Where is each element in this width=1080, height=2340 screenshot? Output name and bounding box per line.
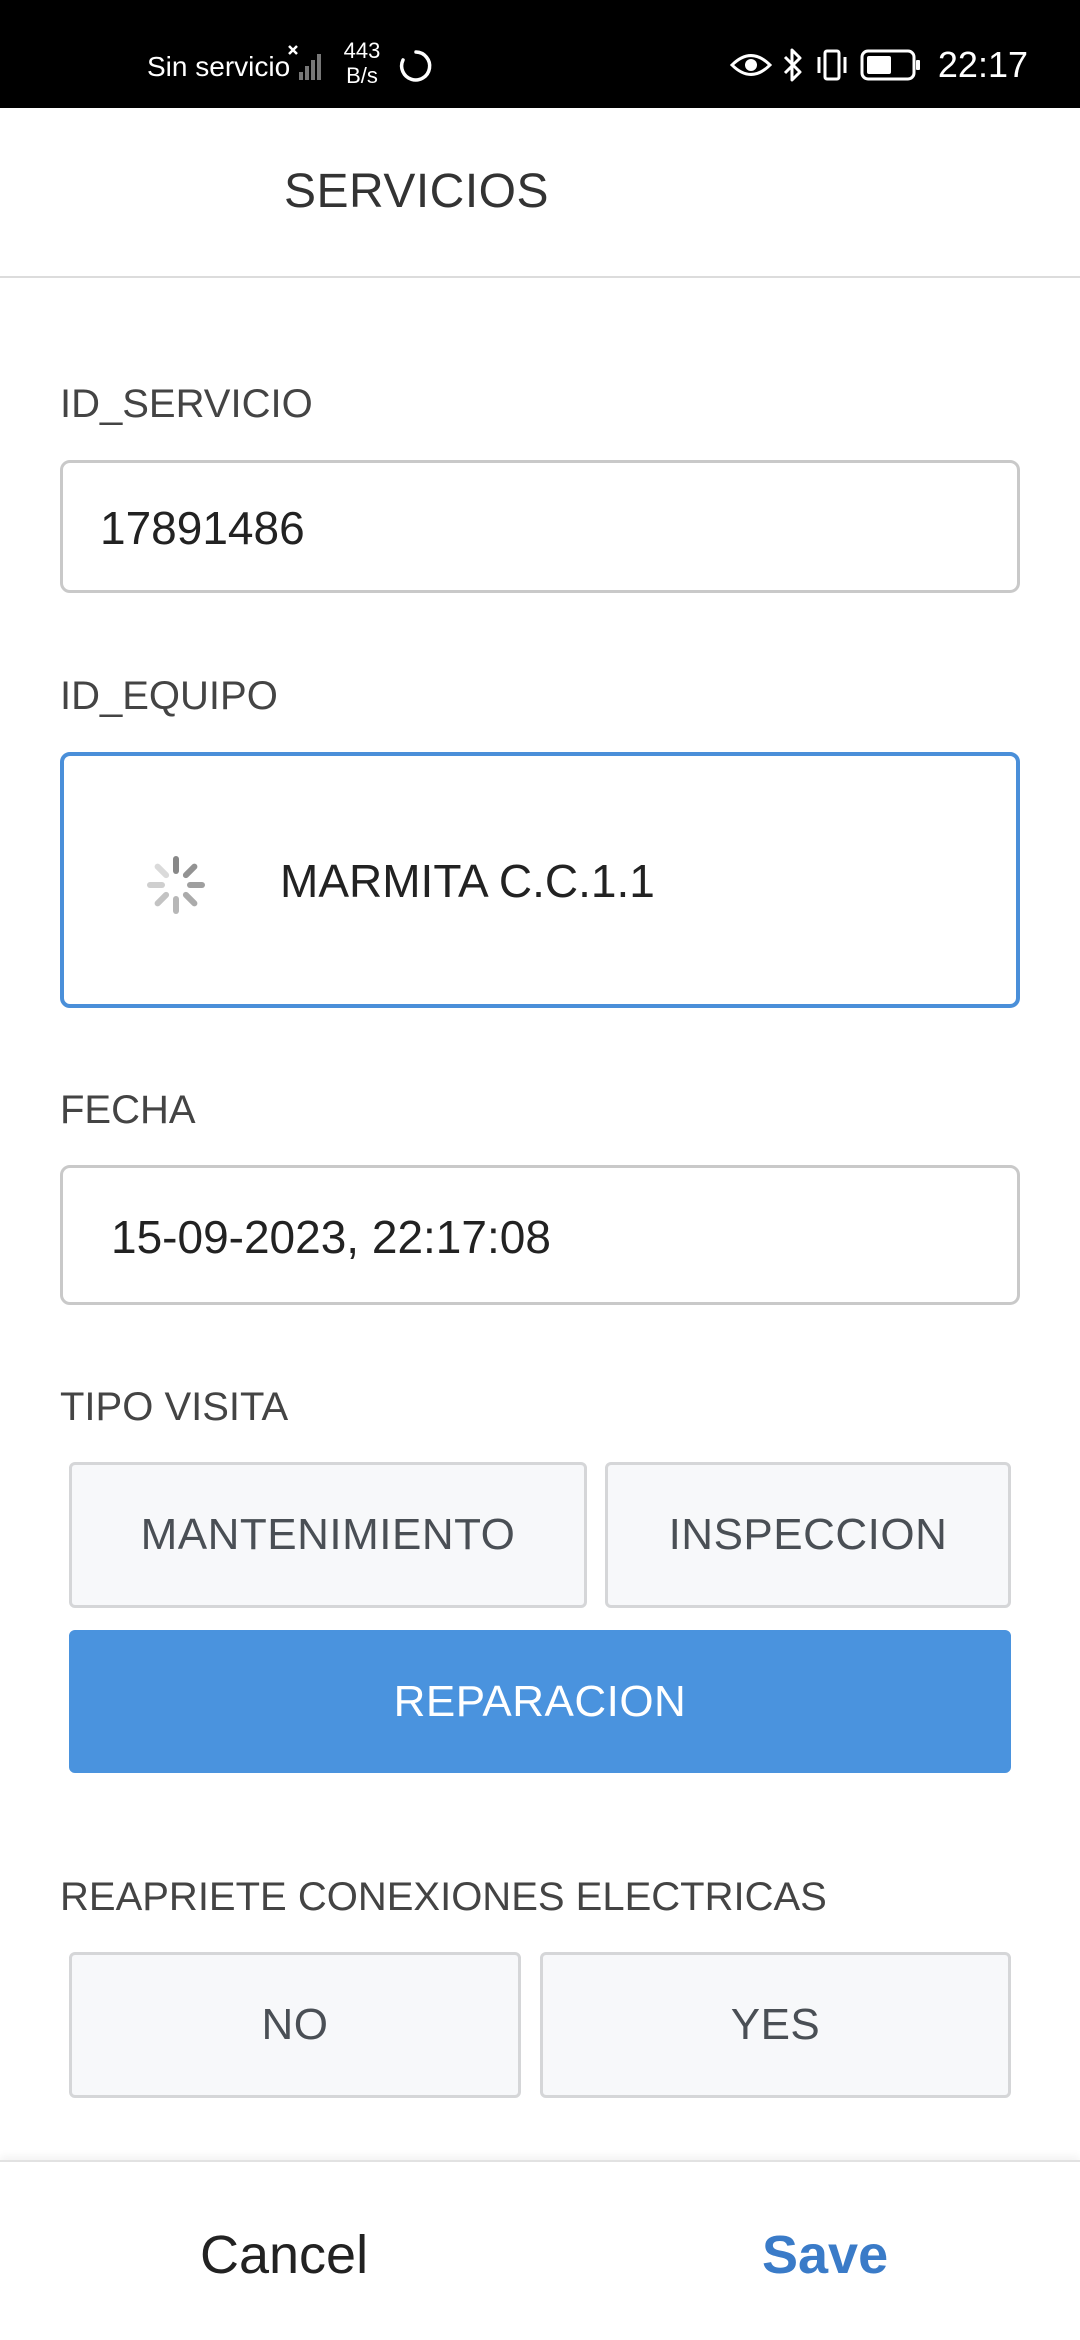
tipo-visita-label: TIPO VISITA bbox=[60, 1385, 289, 1429]
network-speed: 443 B/s bbox=[340, 38, 384, 88]
clock: 22:17 bbox=[937, 44, 1028, 85]
fecha-value: 15-09-2023, 22:17:08 bbox=[111, 1211, 551, 1263]
page-title: SERVICIOS bbox=[284, 165, 550, 218]
id-equipo-select[interactable]: MARMITA C.C.1.1 bbox=[60, 752, 1020, 1008]
id-equipo-label: ID_EQUIPO bbox=[60, 674, 278, 718]
id-servicio-value: 17891486 bbox=[100, 502, 305, 554]
tipo-inspeccion-button[interactable]: INSPECCION bbox=[605, 1462, 1011, 1608]
save-button[interactable]: Save bbox=[762, 2224, 888, 2286]
eye-icon bbox=[729, 54, 772, 76]
app-header: SERVICIOS bbox=[0, 108, 1080, 278]
vibrate-icon bbox=[817, 49, 847, 81]
status-bar: Sin servicio 443 B/s 22:17 bbox=[0, 0, 1080, 108]
action-footer: Cancel Save bbox=[0, 2160, 1080, 2340]
carrier-text: Sin servicio bbox=[147, 51, 291, 82]
cancel-button[interactable]: Cancel bbox=[200, 2224, 368, 2286]
reapriete-no-button[interactable]: NO bbox=[69, 1952, 521, 2098]
signal-no-service-icon bbox=[288, 45, 321, 80]
speed-unit: B/s bbox=[346, 63, 378, 88]
id-servicio-label: ID_SERVICIO bbox=[60, 382, 313, 426]
id-equipo-value: MARMITA C.C.1.1 bbox=[280, 855, 655, 907]
tipo-reparacion-button[interactable]: REPARACION bbox=[69, 1630, 1011, 1773]
speed-value: 443 bbox=[343, 38, 381, 63]
battery-icon bbox=[860, 49, 920, 81]
tipo-mantenimiento-button[interactable]: MANTENIMIENTO bbox=[69, 1462, 587, 1608]
fecha-input[interactable]: 15-09-2023, 22:17:08 bbox=[60, 1165, 1020, 1305]
reapriete-label: REAPRIETE CONEXIONES ELECTRICAS bbox=[60, 1875, 827, 1919]
loading-spinner-icon bbox=[147, 856, 205, 914]
sync-icon bbox=[399, 50, 432, 82]
reapriete-yes-button[interactable]: YES bbox=[540, 1952, 1011, 2098]
bluetooth-icon bbox=[783, 48, 802, 82]
id-servicio-input[interactable]: 17891486 bbox=[60, 460, 1020, 593]
status-icons: 22:17 bbox=[729, 44, 1028, 86]
fecha-label: FECHA bbox=[60, 1088, 196, 1132]
